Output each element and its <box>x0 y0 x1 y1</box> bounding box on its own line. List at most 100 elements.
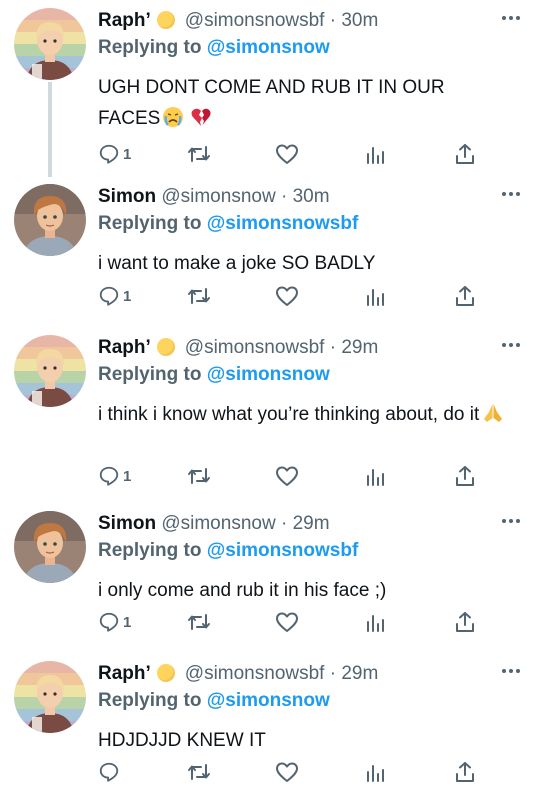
replying-to-link[interactable]: @simonsnowsbf <box>207 540 359 561</box>
tweet-header: Simon @simonsnow · 29m <box>98 513 500 535</box>
separator-dot: · <box>280 186 288 207</box>
like-icon <box>276 466 298 486</box>
more-options-icon[interactable] <box>500 667 522 675</box>
tweet-text: HDJDJJD KNEW IT <box>98 725 508 756</box>
tweet[interactable]: Simon @simonsnow · 30m Replying to @simo… <box>0 184 540 314</box>
timestamp[interactable]: 30m <box>293 186 330 207</box>
crying-face-icon <box>160 106 184 128</box>
broken-heart-icon <box>184 106 212 128</box>
like-icon <box>276 286 298 306</box>
more-options-icon[interactable] <box>500 190 522 198</box>
like-button[interactable] <box>275 142 299 166</box>
tweet-actions: 1 <box>98 464 488 488</box>
separator-dot: · <box>280 513 288 534</box>
analytics-button[interactable] <box>365 284 385 308</box>
more-options-icon[interactable] <box>500 517 522 525</box>
avatar-simon[interactable] <box>14 184 86 256</box>
display-name[interactable]: Raph’ <box>98 337 151 358</box>
retweet-button[interactable] <box>187 284 211 308</box>
tweet[interactable]: Raph’ @simonsnowsbf · 29m Replying to @si… <box>0 661 540 789</box>
tweet-header: Raph’ @simonsnowsbf · 30m <box>98 10 500 32</box>
share-icon <box>456 144 474 164</box>
share-icon <box>456 286 474 306</box>
analytics-button[interactable] <box>365 610 385 634</box>
tweet[interactable]: Raph’ @simonsnowsbf · 29m Replying to @si… <box>0 335 540 495</box>
avatar-raph[interactable] <box>14 335 86 407</box>
reply-button[interactable] <box>98 760 123 784</box>
replying-to-link[interactable]: @simonsnowsbf <box>207 213 359 234</box>
retweet-button[interactable] <box>187 464 211 488</box>
like-button[interactable] <box>275 464 299 488</box>
analytics-icon <box>367 147 384 164</box>
tweet-thread: Raph’ @simonsnowsbf · 30m Replying to @si… <box>0 0 540 789</box>
retweet-icon <box>188 764 210 780</box>
separator-dot: · <box>329 663 337 684</box>
more-options-icon[interactable] <box>500 14 522 22</box>
replying-to-link[interactable]: @simonsnow <box>207 364 330 385</box>
tweet-body: i think i know what you’re thinking abou… <box>98 404 480 425</box>
timestamp[interactable]: 29m <box>341 663 378 684</box>
retweet-button[interactable] <box>187 142 211 166</box>
tweet-body: HDJDJJD KNEW IT <box>98 730 266 751</box>
username[interactable]: @simonsnowsbf <box>185 663 325 684</box>
username[interactable]: @simonsnow <box>161 513 275 534</box>
replying-to: Replying to @simonsnow <box>98 689 330 713</box>
timestamp[interactable]: 29m <box>293 513 330 534</box>
replying-to-link[interactable]: @simonsnow <box>207 690 330 711</box>
avatar-raph[interactable] <box>14 8 86 80</box>
more-options-icon[interactable] <box>500 341 522 349</box>
username[interactable]: @simonsnowsbf <box>185 337 325 358</box>
retweet-icon <box>188 146 210 162</box>
reply-button[interactable]: 1 <box>98 464 131 488</box>
replying-to-label: Replying to <box>98 37 202 58</box>
tweet-text: i want to make a joke SO BADLY <box>98 248 508 279</box>
reply-button[interactable]: 1 <box>98 142 131 166</box>
analytics-button[interactable] <box>365 142 385 166</box>
reply-count: 1 <box>123 287 132 305</box>
sun-emoji-icon <box>156 11 175 29</box>
tweet[interactable]: Simon @simonsnow · 29m Replying to @simo… <box>0 511 540 641</box>
tweet[interactable]: Raph’ @simonsnowsbf · 30m Replying to @si… <box>0 8 540 177</box>
share-button[interactable] <box>454 760 476 784</box>
avatar-raph[interactable] <box>14 661 86 733</box>
tweet-header: Raph’ @simonsnowsbf · 29m <box>98 337 500 359</box>
reply-icon <box>99 144 119 164</box>
replying-to-link[interactable]: @simonsnow <box>207 37 330 58</box>
username[interactable]: @simonsnow <box>161 186 275 207</box>
analytics-button[interactable] <box>365 760 385 784</box>
like-button[interactable] <box>275 760 299 784</box>
like-button[interactable] <box>275 610 299 634</box>
share-button[interactable] <box>454 610 476 634</box>
like-icon <box>276 612 298 632</box>
folded-hands-icon <box>479 402 503 424</box>
share-button[interactable] <box>454 142 476 166</box>
reply-button[interactable]: 1 <box>98 284 131 308</box>
display-name[interactable]: Simon <box>98 513 156 534</box>
display-name[interactable]: Raph’ <box>98 663 151 684</box>
retweet-button[interactable] <box>187 760 211 784</box>
analytics-icon <box>367 469 384 486</box>
like-button[interactable] <box>275 284 299 308</box>
like-icon <box>276 762 298 782</box>
display-name[interactable]: Simon <box>98 186 156 207</box>
analytics-button[interactable] <box>365 464 385 488</box>
display-name[interactable]: Raph’ <box>98 10 151 31</box>
separator-dot: · <box>329 10 337 31</box>
share-button[interactable] <box>454 284 476 308</box>
share-button[interactable] <box>454 464 476 488</box>
username[interactable]: @simonsnowsbf <box>185 10 325 31</box>
timestamp[interactable]: 30m <box>341 10 378 31</box>
timestamp[interactable]: 29m <box>341 337 378 358</box>
analytics-icon <box>367 615 384 632</box>
tweet-header: Raph’ @simonsnowsbf · 29m <box>98 663 500 685</box>
retweet-button[interactable] <box>187 610 211 634</box>
avatar-simon[interactable] <box>14 511 86 583</box>
replying-to: Replying to @simonsnowsbf <box>98 212 358 236</box>
retweet-icon <box>188 288 210 304</box>
replying-to-label: Replying to <box>98 213 202 234</box>
reply-count: 1 <box>123 467 132 485</box>
reply-icon <box>99 286 119 306</box>
share-icon <box>456 466 474 486</box>
retweet-icon <box>188 468 210 484</box>
reply-button[interactable]: 1 <box>98 610 131 634</box>
